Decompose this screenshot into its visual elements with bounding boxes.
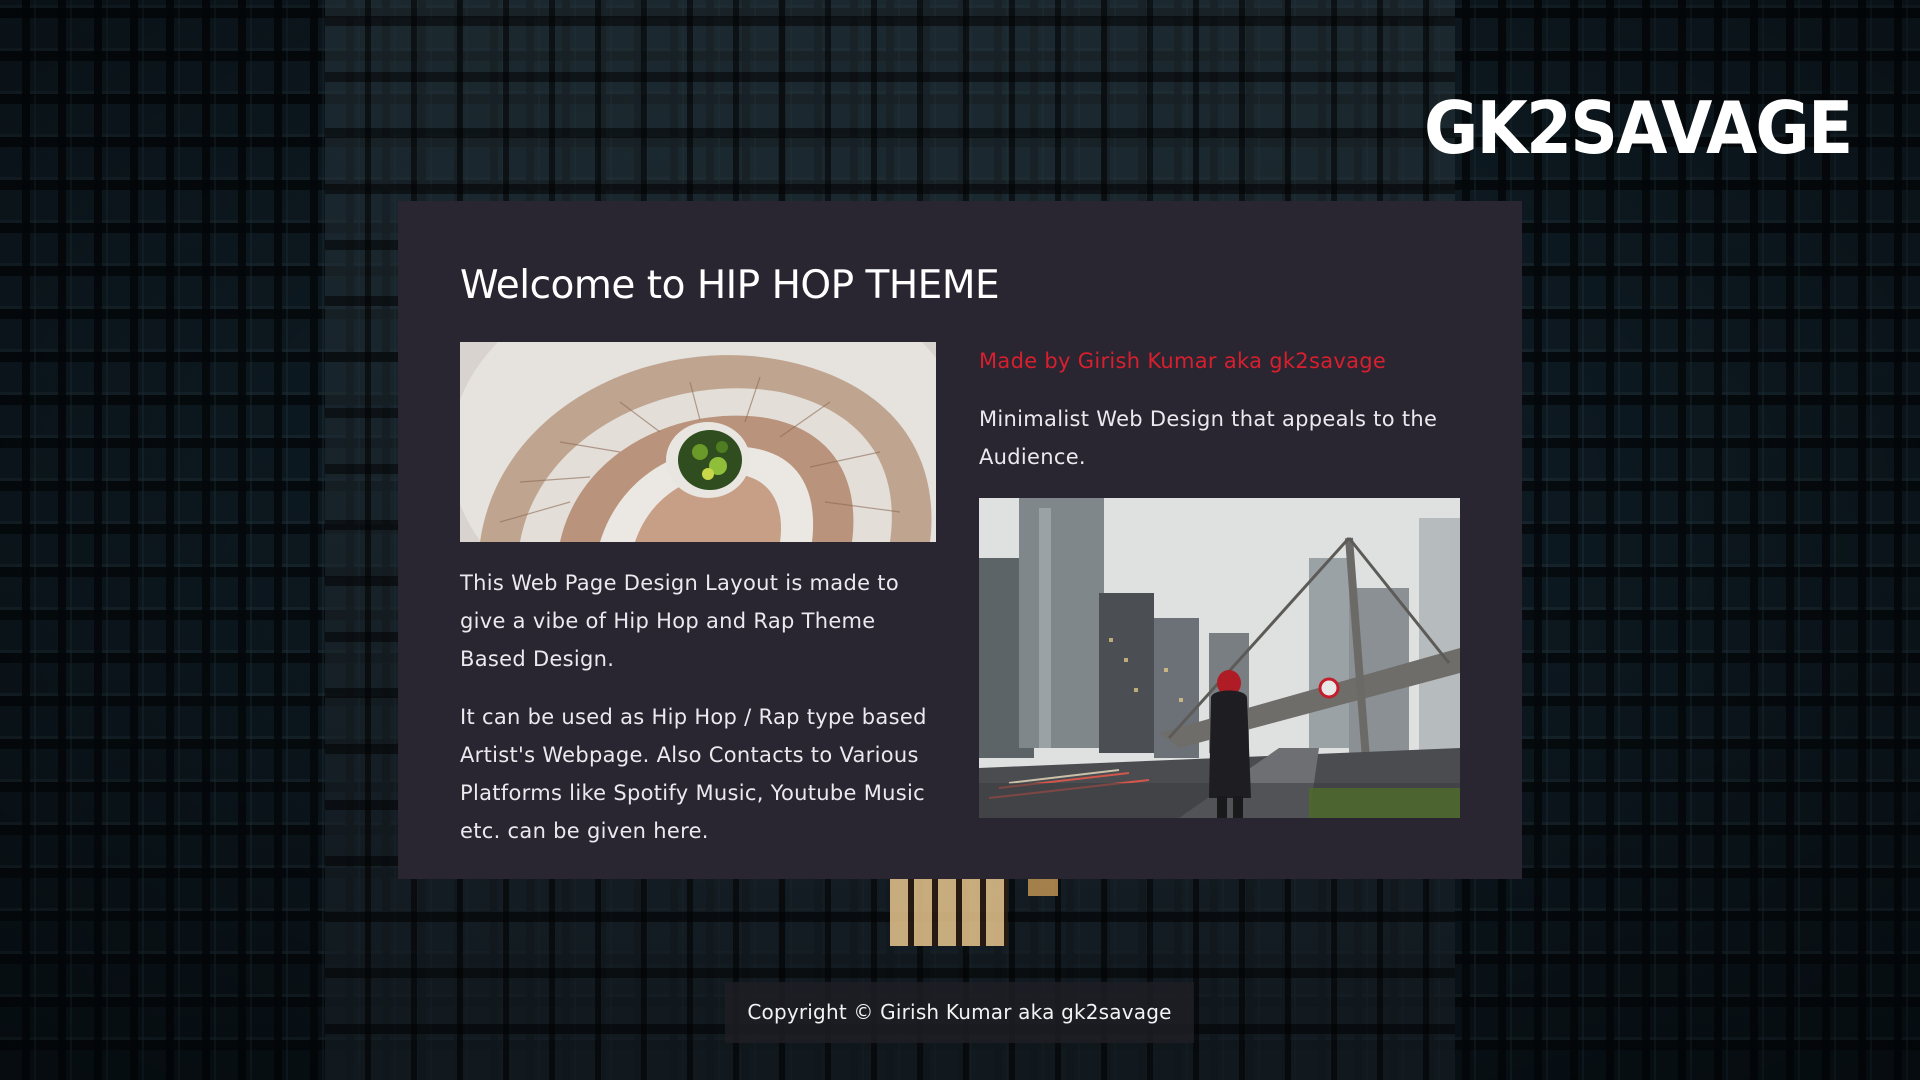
content-panel: Welcome to HIP HOP THEME This Web Page D… — [398, 201, 1522, 879]
page-title: Welcome to HIP HOP THEME — [460, 263, 1000, 308]
site-logo[interactable]: GK2SAVAGE — [1424, 92, 1853, 164]
usage-paragraph: It can be used as Hip Hop / Rap type bas… — [460, 705, 927, 843]
tagline-paragraph: Minimalist Web Design that appeals to th… — [979, 407, 1438, 469]
city-street-image — [979, 498, 1460, 818]
background-lit-windows — [890, 878, 1008, 946]
footer: Copyright © Girish Kumar aka gk2savage — [725, 982, 1194, 1043]
right-column: Made by Girish Kumar aka gk2savage Minim… — [979, 342, 1460, 818]
description-paragraph: This Web Page Design Layout is made to g… — [460, 571, 899, 671]
author-credit: Made by Girish Kumar aka gk2savage — [979, 349, 1387, 373]
copyright-text: Copyright © Girish Kumar aka gk2savage — [747, 1000, 1172, 1024]
spiral-staircase-image — [460, 342, 936, 542]
left-column: This Web Page Design Layout is made to g… — [460, 342, 936, 850]
background-lit-window — [1028, 878, 1058, 896]
